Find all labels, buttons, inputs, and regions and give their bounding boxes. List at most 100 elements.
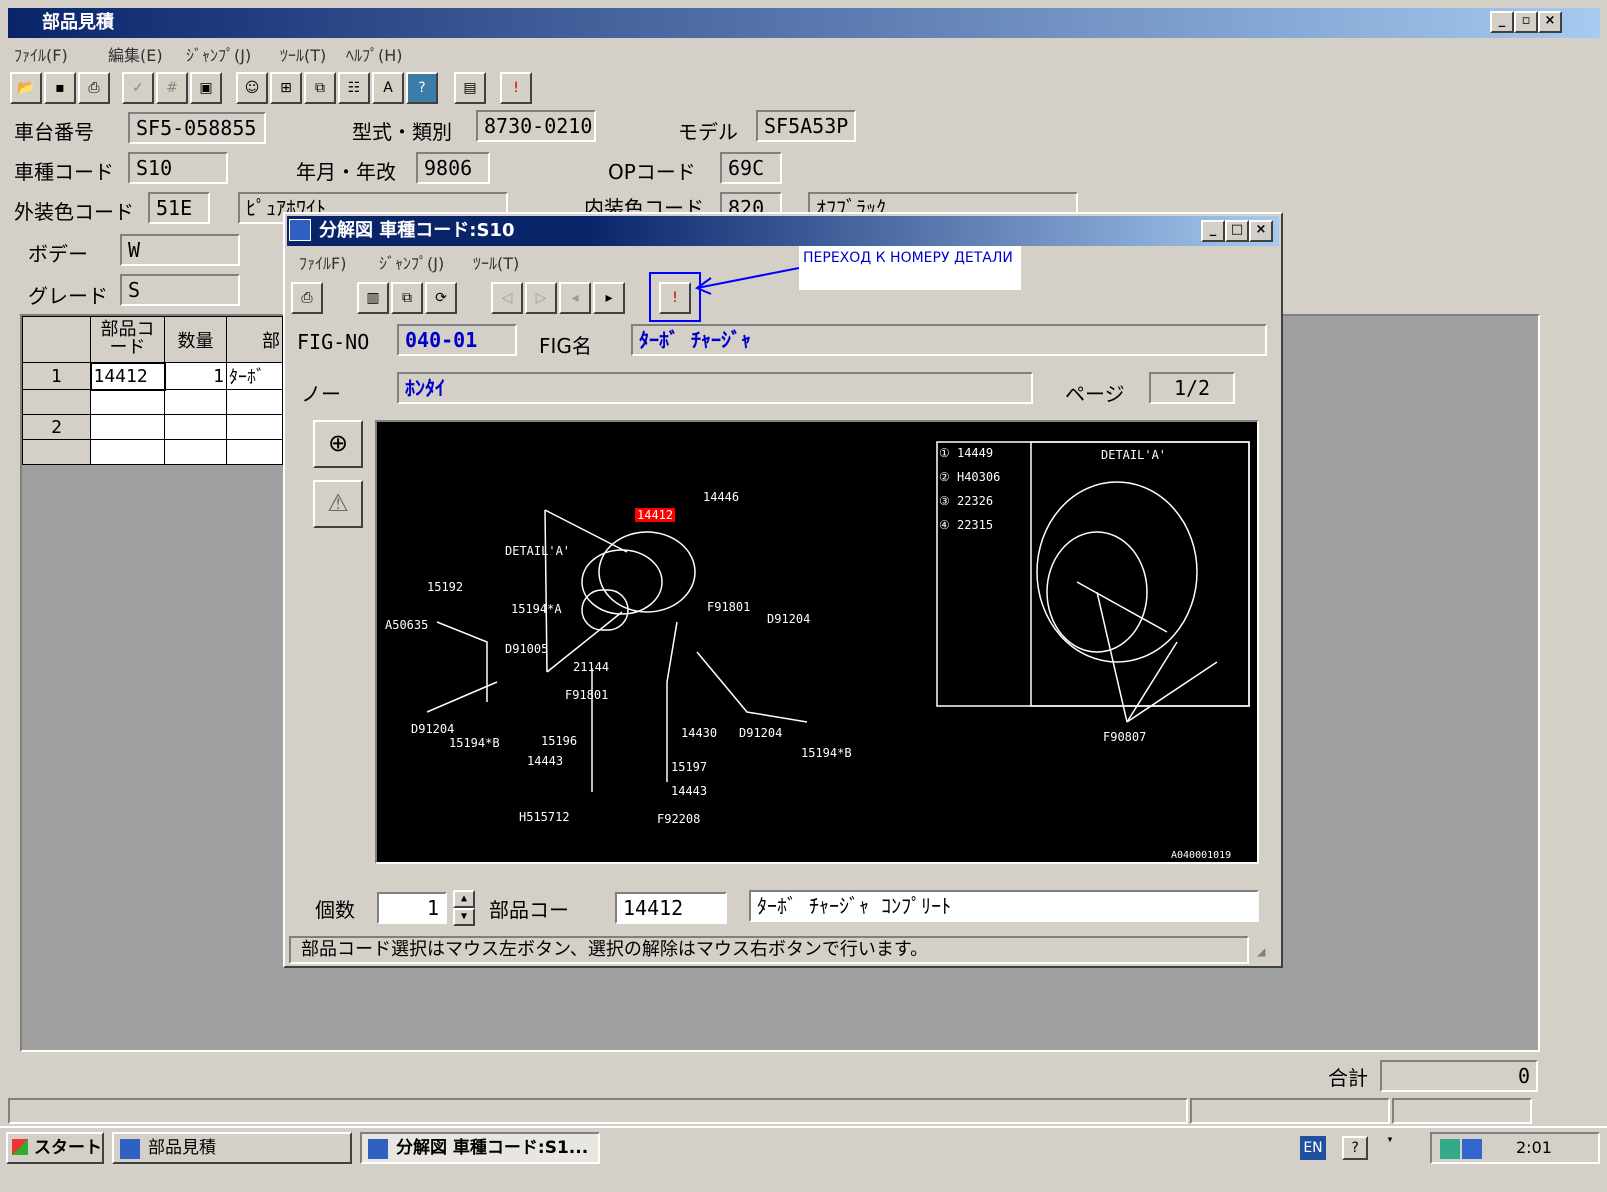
row-qty-cell[interactable]: 1 <box>164 362 227 390</box>
menu-file[interactable]: ﾌｧｲﾙ(F) <box>14 42 68 66</box>
col-header-code[interactable]: 部品コード <box>90 316 165 363</box>
menu-help[interactable]: ﾍﾙﾌﾟ(H) <box>346 42 403 66</box>
calc-icon[interactable]: ✓ <box>122 72 154 104</box>
part-label[interactable]: D91005 <box>505 642 548 656</box>
child-print-icon[interactable]: ⎙ <box>291 282 323 314</box>
copy-view-icon[interactable]: ⧉ <box>391 282 423 314</box>
user-icon[interactable]: ☺ <box>236 72 268 104</box>
number-icon[interactable]: # <box>156 72 188 104</box>
row-code-cell[interactable] <box>90 414 165 440</box>
part-label[interactable]: 15192 <box>427 580 463 594</box>
taskbar-item-main[interactable]: 部品見積 <box>112 1132 352 1164</box>
part-label[interactable]: 15194*B <box>801 746 852 760</box>
menu-edit[interactable]: 編集(E) <box>108 42 163 66</box>
part-label[interactable]: 14430 <box>681 726 717 740</box>
language-indicator[interactable]: EN <box>1300 1136 1326 1160</box>
network-icon[interactable] <box>1440 1139 1460 1159</box>
warning-icon[interactable]: ⚠ <box>313 480 363 528</box>
ime-help-icon[interactable]: ? <box>1342 1136 1368 1160</box>
start-button[interactable]: スタート <box>6 1132 104 1164</box>
tray-app-icon[interactable] <box>1462 1139 1482 1159</box>
document-icon[interactable]: ▤ <box>454 72 486 104</box>
child-menu-jump[interactable]: ｼﾞｬﾝﾌﾟ(J) <box>379 250 444 274</box>
grade-field[interactable]: S <box>120 274 240 306</box>
part-label[interactable]: F91801 <box>565 688 608 702</box>
row-name-cell[interactable]: ﾀｰﾎﾞ <box>226 362 283 390</box>
part-label[interactable]: H515712 <box>519 810 570 824</box>
child-menu-file[interactable]: ﾌｧｲﾙF) <box>299 250 346 274</box>
legend-item[interactable]: ③ 22326 <box>939 494 993 508</box>
legend-item[interactable]: ① 14449 <box>939 446 993 460</box>
help-icon[interactable]: ? <box>406 72 438 104</box>
part-label[interactable]: 15194*A <box>511 602 562 616</box>
restore-button[interactable]: ▫ <box>1514 11 1538 33</box>
part-code-field[interactable]: 14412 <box>615 892 727 924</box>
part-label[interactable]: F90807 <box>1103 730 1146 744</box>
part-label[interactable]: 15194*B <box>449 736 500 750</box>
part-label[interactable]: A50635 <box>385 618 428 632</box>
part-label[interactable]: 14443 <box>527 754 563 768</box>
part-label[interactable]: 21144 <box>573 660 609 674</box>
highlighted-part-label[interactable]: 14412 <box>635 508 676 522</box>
close-button[interactable]: × <box>1538 11 1562 33</box>
legend-item[interactable]: ④ 22315 <box>939 518 993 532</box>
op-field[interactable]: 69C <box>720 152 782 184</box>
taskbar-item-exploded[interactable]: 分解図 車種コード:S1... <box>360 1132 600 1164</box>
row-code-cell[interactable]: 14412 <box>89 361 166 391</box>
legend-item[interactable]: ② H40306 <box>939 470 1000 484</box>
parts-grid[interactable]: 部品コード 数量 部 1 14412 1 ﾀｰﾎﾞ 2 <box>22 316 283 465</box>
type-field[interactable]: 8730-0210 <box>476 110 596 142</box>
refresh-view-icon[interactable]: ⟳ <box>425 282 457 314</box>
date-field[interactable]: 9806 <box>416 152 490 184</box>
zoom-in-icon[interactable]: ⊕ <box>313 420 363 468</box>
jump-to-part-button[interactable]: ! <box>659 282 691 314</box>
child-menu-tools[interactable]: ﾂｰﾙ(T) <box>473 250 519 274</box>
copy-icon[interactable]: ⧉ <box>304 72 336 104</box>
table-row[interactable]: 1 14412 1 ﾀｰﾎﾞ <box>22 361 283 391</box>
part-label[interactable]: 14443 <box>671 784 707 798</box>
child-maximize-button[interactable]: □ <box>1225 220 1249 242</box>
print-icon[interactable]: ⎙ <box>78 72 110 104</box>
export-icon[interactable]: ▣ <box>190 72 222 104</box>
table-icon[interactable]: ⊞ <box>270 72 302 104</box>
model-field[interactable]: SF5A53P <box>756 110 856 142</box>
jump-part-icon[interactable]: ! <box>500 72 532 104</box>
ext-color-code-field[interactable]: 51E <box>148 192 210 224</box>
table-row[interactable]: 2 <box>22 414 283 440</box>
menu-jump[interactable]: ｼﾞｬﾝﾌﾟ(J) <box>186 42 251 66</box>
open-icon[interactable]: 📂 <box>10 72 42 104</box>
view-icon[interactable]: ▥ <box>357 282 389 314</box>
part-label[interactable]: D91204 <box>767 612 810 626</box>
chassis-field[interactable]: SF5-058855 <box>128 112 266 144</box>
ime-menu-icon[interactable]: ▾ <box>1382 1132 1398 1162</box>
prev-fig-icon[interactable]: ◁ <box>491 282 523 314</box>
people-icon[interactable]: ☷ <box>338 72 370 104</box>
text-icon[interactable]: A <box>372 72 404 104</box>
part-label[interactable]: 15196 <box>541 734 577 748</box>
qty-field[interactable]: 1 <box>377 892 447 924</box>
row-qty-cell[interactable] <box>164 414 227 440</box>
parts-diagram[interactable]: 14412 14446 DETAIL'A' 15192 15194*A A506… <box>375 420 1259 864</box>
qty-down-button[interactable]: ▼ <box>453 908 475 926</box>
resize-grip[interactable]: ◢ <box>1257 944 1275 962</box>
next-page-icon[interactable]: ▸ <box>593 282 625 314</box>
save-icon[interactable]: ▪ <box>44 72 76 104</box>
col-header-name[interactable]: 部 <box>226 316 283 363</box>
part-label[interactable]: D91204 <box>411 722 454 736</box>
qty-up-button[interactable]: ▲ <box>453 890 475 908</box>
menu-tools[interactable]: ﾂｰﾙ(T) <box>280 42 326 66</box>
child-minimize-button[interactable]: _ <box>1201 220 1225 242</box>
child-close-button[interactable]: × <box>1249 220 1273 242</box>
col-header-qty[interactable]: 数量 <box>164 316 227 363</box>
prev-page-icon[interactable]: ◂ <box>559 282 591 314</box>
next-fig-icon[interactable]: ▷ <box>525 282 557 314</box>
part-label[interactable]: D91204 <box>739 726 782 740</box>
part-label[interactable]: 14446 <box>703 490 739 504</box>
body-field[interactable]: W <box>120 234 240 266</box>
part-label[interactable]: F91801 <box>707 600 750 614</box>
clock[interactable]: 2:01 <box>1516 1138 1552 1157</box>
part-label[interactable]: F92208 <box>657 812 700 826</box>
vehicle-code-field[interactable]: S10 <box>128 152 228 184</box>
part-label[interactable]: 15197 <box>671 760 707 774</box>
row-name-cell[interactable] <box>226 414 283 440</box>
